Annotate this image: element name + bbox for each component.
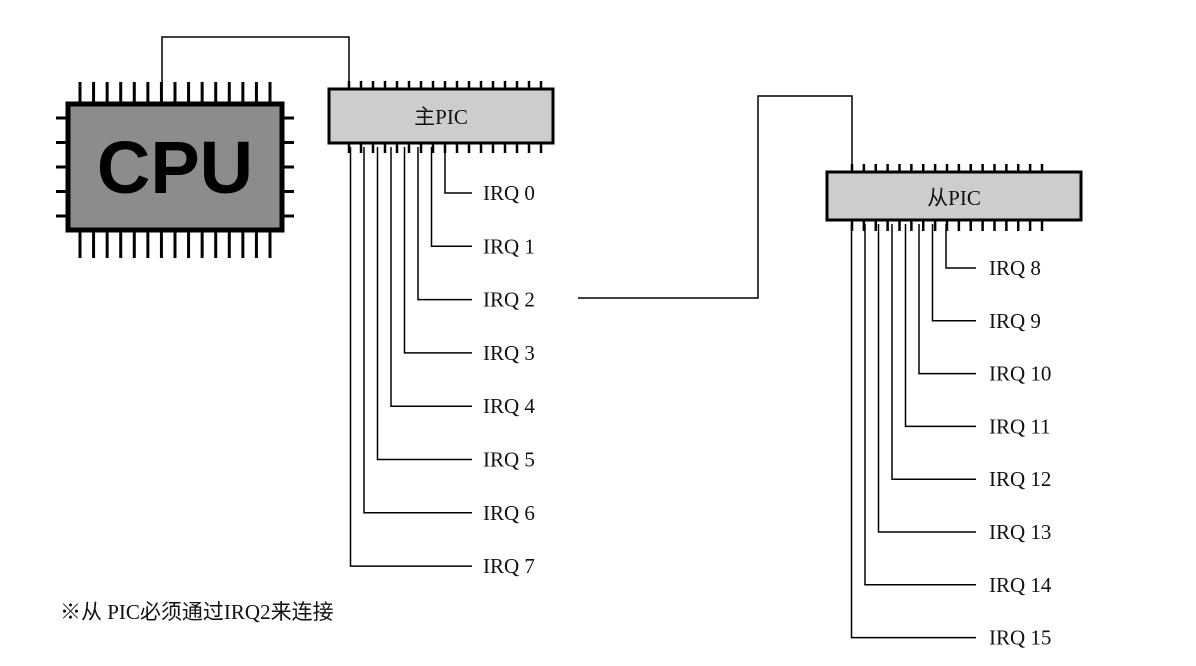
slave-pic-label: 从PIC	[927, 186, 981, 210]
slave-irq-line	[864, 224, 976, 586]
master-pic-chip: 主PIC	[327, 81, 555, 153]
slave-irq-label: IRQ 11	[989, 414, 1051, 438]
slave-irq-line	[891, 224, 976, 480]
slave-irq-line	[850, 224, 976, 639]
master-irq-line	[349, 147, 472, 567]
irq2-cascade-line	[578, 95, 853, 299]
master-irq-line	[444, 147, 472, 194]
master-irq-label: IRQ 0	[483, 181, 535, 205]
slave-irq-label: IRQ 10	[989, 362, 1051, 386]
master-irq-line	[403, 147, 472, 354]
master-irq-label: IRQ 3	[483, 341, 535, 365]
master-pic-label: 主PIC	[414, 105, 468, 129]
slave-irq-lines: IRQ 8 IRQ 9 IRQ 10 IRQ 11 IRQ 12 IRQ 13 IRQ 14…	[850, 224, 1052, 650]
slave-irq-line	[918, 224, 976, 375]
cpu-label: CPU	[97, 126, 253, 209]
cpu-chip: CPU	[56, 82, 294, 258]
master-irq-label: IRQ 6	[483, 501, 535, 525]
master-irq-label: IRQ 1	[483, 234, 535, 258]
master-irq-line	[430, 147, 472, 248]
master-irq-label: IRQ 5	[483, 448, 535, 472]
slave-irq-label: IRQ 9	[989, 309, 1041, 333]
cascade-note: ※从 PIC必须通过IRQ2来连接	[60, 600, 334, 624]
master-irq-label: IRQ 4	[483, 394, 535, 418]
master-irq-label: IRQ 2	[483, 288, 535, 312]
master-irq-lines: IRQ 0 IRQ 1 IRQ 2 IRQ 3 IRQ 4 IRQ 5 IRQ 6 IRQ 7	[349, 147, 535, 578]
cpu-to-master-line	[161, 36, 350, 85]
slave-irq-line	[904, 224, 976, 428]
slave-irq-label: IRQ 14	[989, 573, 1052, 597]
slave-pic-chip: 从PIC	[825, 164, 1083, 231]
slave-irq-line	[877, 224, 976, 533]
slave-irq-label: IRQ 15	[989, 626, 1051, 650]
slave-irq-label: IRQ 13	[989, 520, 1051, 544]
slave-irq-label: IRQ 8	[989, 256, 1041, 280]
pic-cascade-diagram: CPU 主PIC IRQ 0IRQ 1IRQ 2IRQ 3IRQ 4IRQ 5I…	[56, 36, 1083, 650]
slave-irq-label: IRQ 12	[989, 467, 1051, 491]
slave-irq-line	[931, 224, 976, 322]
master-irq-label: IRQ 7	[483, 554, 535, 578]
